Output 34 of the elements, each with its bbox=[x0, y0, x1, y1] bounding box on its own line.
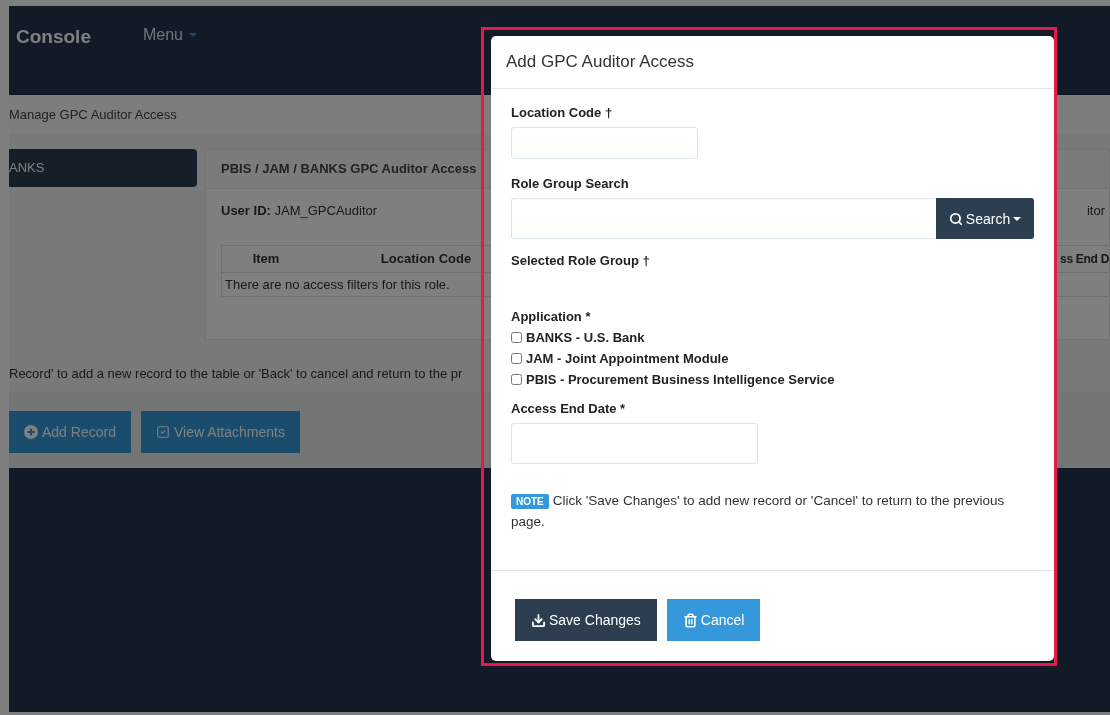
checkbox[interactable] bbox=[511, 374, 522, 385]
application-checkbox[interactable]: JAM - Joint Appointment Module bbox=[511, 351, 729, 366]
column-header: Item bbox=[252, 251, 280, 267]
role-group-search-field[interactable] bbox=[511, 198, 936, 239]
field-label: Application * bbox=[511, 309, 591, 324]
field-label: Selected Role Group † bbox=[511, 253, 650, 268]
field-label: Role Group Search bbox=[511, 176, 629, 191]
note-text: NOTE Click 'Save Changes' to add new record or 'Cancel' to return to the previous page. bbox=[511, 492, 1006, 531]
field-label: Access End Date * bbox=[511, 401, 626, 416]
access-end-date-field[interactable] bbox=[511, 423, 758, 464]
column-header: ss End D bbox=[1060, 251, 1109, 266]
empty-message: There are no access filters for this role. bbox=[224, 275, 451, 294]
save-changes-button[interactable]: Save Changes bbox=[515, 599, 657, 641]
sidebar-item[interactable]: ANKS bbox=[9, 148, 197, 187]
menu-link[interactable]: Menu bbox=[142, 26, 197, 44]
breadcrumb: Manage GPC Auditor Access bbox=[9, 106, 177, 122]
column-header: Location Code bbox=[380, 251, 472, 267]
checkbox[interactable] bbox=[511, 332, 522, 343]
application-checkbox[interactable]: BANKS - U.S. Bank bbox=[511, 330, 645, 345]
trash-icon bbox=[682, 612, 698, 628]
user-id: User ID: JAM_GPCAuditor bbox=[221, 202, 378, 218]
brand-title: Console bbox=[16, 26, 91, 48]
search-icon bbox=[948, 211, 963, 226]
checkbox-icon bbox=[155, 425, 170, 440]
instruction-text: Record' to add a new record to the table or 'Back' to cancel and return to the pr bbox=[9, 365, 463, 381]
plus-circle-icon bbox=[24, 425, 38, 440]
checkbox[interactable] bbox=[511, 353, 522, 364]
download-icon bbox=[531, 612, 546, 628]
location-code-field[interactable] bbox=[511, 127, 698, 159]
role-text: itor bbox=[1086, 202, 1105, 218]
search-button[interactable]: Search bbox=[936, 198, 1034, 239]
modal-title: Add GPC Auditor Access bbox=[506, 52, 695, 72]
application-checkbox[interactable]: PBIS - Procurement Business Intelligence Service bbox=[511, 372, 835, 387]
field-label: Location Code † bbox=[511, 105, 613, 120]
